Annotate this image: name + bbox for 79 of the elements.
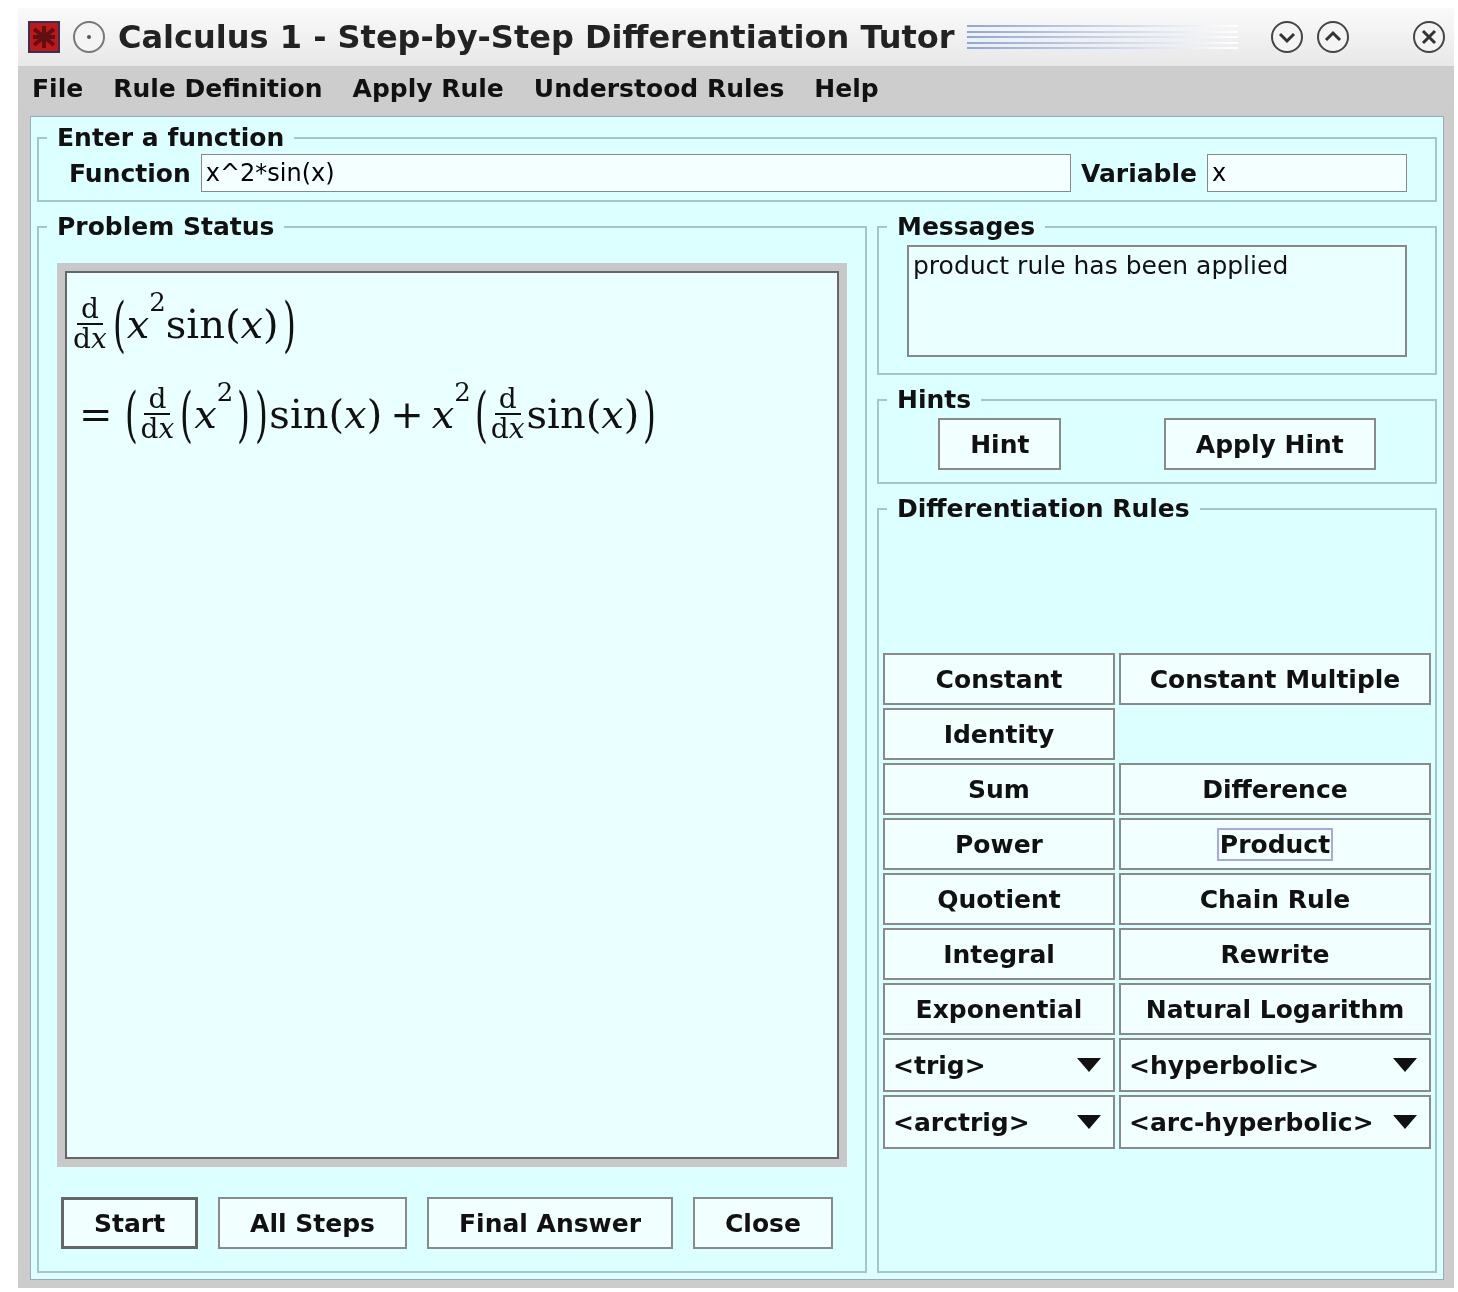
fraction: d dx	[73, 295, 107, 353]
maximize-icon[interactable]	[1316, 20, 1350, 54]
minimize-icon[interactable]	[1270, 20, 1304, 54]
parenthesis: )	[263, 301, 279, 347]
function-name: sin	[269, 391, 329, 437]
dropdown-arrow-icon	[1077, 1115, 1101, 1129]
variable: x	[194, 391, 217, 437]
menu-item[interactable]: Understood Rules	[533, 73, 785, 103]
variable: x	[126, 301, 150, 347]
exponent: 2	[149, 287, 166, 317]
rule-button[interactable]: Integral	[883, 928, 1115, 980]
operator: =	[79, 391, 113, 437]
operator: +	[390, 391, 424, 437]
rule-dropdown[interactable]: <hyperbolic>	[1119, 1038, 1431, 1092]
variable-field[interactable]: x	[1207, 154, 1407, 192]
parenthesis: (	[112, 289, 123, 359]
parenthesis: (	[124, 379, 135, 449]
window-menu-icon[interactable]	[72, 20, 106, 54]
parenthesis: )	[366, 391, 383, 437]
rule-button[interactable]: Identity	[883, 708, 1115, 760]
function-name: sin	[165, 301, 225, 347]
parenthesis: (	[585, 391, 602, 437]
menu-item[interactable]: Apply Rule	[352, 73, 504, 103]
rule-button[interactable]: Chain Rule	[1119, 873, 1431, 925]
rule-button[interactable]: Natural Logarithm	[1119, 983, 1431, 1035]
app-icon	[28, 21, 60, 53]
hint-button[interactable]: Hint	[938, 418, 1062, 470]
menu-item[interactable]: File	[32, 73, 84, 103]
dropdown-arrow-icon	[1077, 1058, 1101, 1072]
rule-dropdown[interactable]: <arc-hyperbolic>	[1119, 1095, 1431, 1149]
exponent: 2	[454, 377, 471, 407]
rule-button[interactable]: Power	[883, 818, 1115, 870]
rule-button[interactable]: Rewrite	[1119, 928, 1431, 980]
rule-dropdown[interactable]: <arctrig>	[883, 1095, 1115, 1149]
variable: x	[240, 301, 264, 347]
menu-item[interactable]: Rule Definition	[113, 73, 323, 103]
rule-button[interactable]: Exponential	[883, 983, 1115, 1035]
parenthesis: )	[237, 379, 248, 449]
hint-button[interactable]: Apply Hint	[1163, 418, 1376, 470]
rule-button[interactable]: Sum	[883, 763, 1115, 815]
parenthesis: )	[282, 289, 293, 359]
action-button[interactable]: Final Answer	[427, 1197, 673, 1249]
parenthesis: (	[474, 379, 485, 449]
parenthesis: )	[623, 391, 640, 437]
dropdown-arrow-icon	[1393, 1115, 1417, 1129]
fraction: d dx	[140, 385, 175, 443]
rule-dropdown[interactable]: <trig>	[883, 1038, 1115, 1092]
function-name: sin	[526, 391, 586, 437]
panel-title: Messages	[896, 212, 1037, 241]
variable: x	[601, 391, 624, 437]
fraction: d dx	[490, 385, 525, 443]
parenthesis: (	[224, 301, 241, 347]
variable: x	[431, 391, 455, 437]
rule-button[interactable]: Constant Multiple	[1119, 653, 1431, 705]
parenthesis: (	[180, 379, 191, 449]
message-text: product rule has been applied	[907, 245, 1407, 357]
exponent: 2	[216, 377, 234, 407]
panel-title: Hints	[896, 385, 973, 414]
parenthesis: )	[255, 379, 266, 449]
rule-button[interactable]: Difference	[1119, 763, 1431, 815]
close-icon[interactable]	[1412, 20, 1446, 54]
panel-title: Enter a function	[56, 123, 286, 152]
variable: x	[344, 391, 367, 437]
action-button[interactable]: Close	[693, 1197, 833, 1249]
parenthesis: (	[328, 391, 345, 437]
dropdown-arrow-icon	[1393, 1058, 1417, 1072]
action-button[interactable]: All Steps	[218, 1197, 407, 1249]
function-label: Function	[69, 158, 191, 188]
panel-title: Differentiation Rules	[896, 494, 1191, 523]
rule-button[interactable]: Quotient	[883, 873, 1115, 925]
function-field[interactable]: x^2*sin(x)	[200, 154, 1071, 192]
window-title: Calculus 1 - Step-by-Step Differentiation Tutor	[118, 18, 955, 56]
variable-label: Variable	[1080, 158, 1197, 188]
panel-title: Problem Status	[56, 212, 276, 241]
menu-item[interactable]: Help	[814, 73, 879, 103]
parenthesis: )	[643, 379, 654, 449]
action-button[interactable]: Start	[61, 1197, 199, 1249]
rule-button[interactable]: Constant	[883, 653, 1115, 705]
rule-button[interactable]: Product	[1119, 818, 1431, 870]
